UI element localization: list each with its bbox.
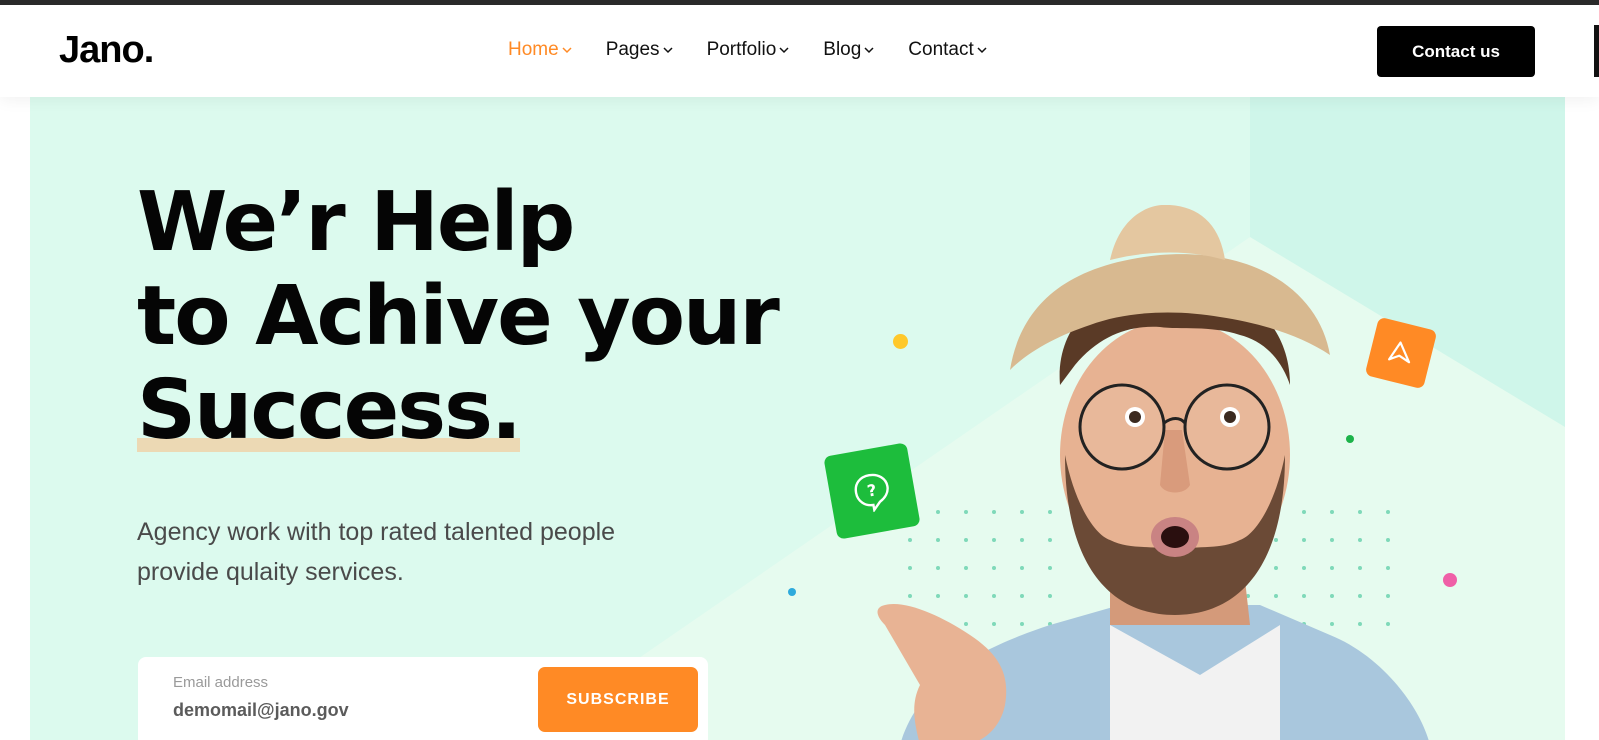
nav-item-portfolio[interactable]: Portfolio	[707, 39, 790, 61]
blue-dot	[788, 588, 796, 596]
email-label: Email address	[173, 674, 269, 691]
subscribe-button[interactable]: SUBSCRIBE	[538, 667, 698, 732]
hero-subtext: Agency work with top rated talented peop…	[137, 512, 697, 592]
surprised-man-photo	[877, 205, 1429, 740]
subscribe-form: Email address SUBSCRIBE	[138, 657, 708, 740]
chevron-down-icon	[663, 47, 673, 54]
chevron-down-icon	[562, 47, 572, 54]
nav-item-label: Portfolio	[706, 39, 777, 60]
nav-item-label: Blog	[823, 39, 862, 60]
nav-item-home[interactable]: Home	[508, 39, 572, 61]
edge-scroll-tab	[1594, 25, 1599, 77]
nav-item-label: Contact	[908, 39, 974, 60]
nav-item-contact[interactable]: Contact	[908, 39, 987, 61]
nav-item-blog[interactable]: Blog	[823, 39, 874, 61]
site-header: Jano. Home Pages Portfolio Blog Contact …	[0, 5, 1599, 97]
hero-headline: We’r Help to Achive your Success.	[137, 175, 780, 458]
contact-us-button[interactable]: Contact us	[1377, 26, 1535, 77]
subtext-line-1: Agency work with top rated talented peop…	[137, 518, 616, 546]
nav-item-pages[interactable]: Pages	[606, 39, 673, 61]
logo[interactable]: Jano.	[59, 29, 154, 72]
headline-line-3-highlight: Success.	[137, 363, 522, 458]
main-nav: Home Pages Portfolio Blog Contact	[508, 39, 1021, 61]
nav-item-label: Home	[508, 39, 559, 60]
email-field[interactable]	[173, 700, 503, 721]
nav-item-label: Pages	[605, 39, 660, 60]
chevron-down-icon	[779, 47, 789, 54]
headline-line-2: to Achive your	[137, 269, 780, 364]
headline-line-1: We’r Help	[137, 175, 575, 270]
chevron-down-icon	[977, 47, 987, 54]
subtext-line-2: provide qulaity services.	[137, 558, 404, 586]
chevron-down-icon	[864, 47, 874, 54]
